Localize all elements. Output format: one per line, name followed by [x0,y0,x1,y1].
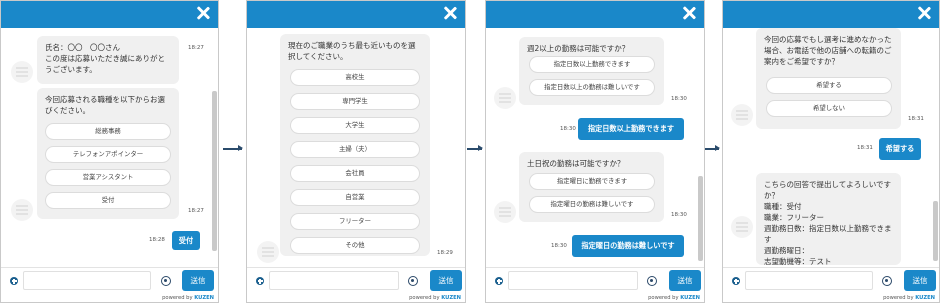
input-bar: 送信 [723,267,939,293]
bot-message-text: 土日祝の勤務は可能ですか？ [527,159,625,168]
option-button[interactable]: 受付 [45,192,171,209]
powered-by: powered by KUZEN [883,295,935,301]
option-button[interactable]: その他 [290,237,420,254]
chat-header [1,1,218,28]
bot-avatar [731,104,753,126]
message-time: 18:30 [671,96,687,102]
option-button[interactable]: 指定日数以上の勤務は難しいです [529,79,655,96]
powered-by: powered by KUZEN [648,295,700,301]
close-icon[interactable] [915,4,933,22]
plus-icon[interactable] [10,277,18,285]
chat-panel-3: 週2以上の勤務は可能ですか？ 指定日数以上勤務できます 指定日数以上の勤務は難し… [485,0,705,303]
brand-logo: KUZEN [441,295,461,301]
bot-avatar [257,241,279,263]
powered-by: powered by KUZEN [162,295,214,301]
bot-message-text: 現在のご職業のうち最も近いものを選択してください。 [288,41,416,61]
option-button[interactable]: 会社員 [290,165,420,182]
message-input[interactable] [745,271,873,290]
close-icon[interactable] [441,4,459,22]
target-icon[interactable] [882,276,892,286]
bot-avatar [11,61,33,83]
option-button[interactable]: 指定曜日の勤務は難しいです [529,196,655,213]
message-input[interactable] [269,271,399,290]
input-bar: 送信 [247,267,465,293]
chat-panel-1: 氏名：〇〇 〇〇さん この度は応募いただき誠にありがとうございます。 18:27… [0,0,219,303]
message-time: 18:29 [437,250,453,256]
chat-panel-2: 現在のご職業のうち最も近いものを選択してください。 高校生 専門学生 大学生 主… [246,0,466,303]
chat-panel-4: 今回の応募でもし選考に進めなかった場合、お電話で他の店舗への転籍のご案内をご希望… [722,0,940,303]
option-button[interactable]: 指定曜日に勤務できます [529,173,655,190]
brand-logo: KUZEN [680,295,700,301]
close-icon[interactable] [680,4,698,22]
message-time: 18:31 [857,145,873,151]
option-button[interactable]: テレフォンアポインター [45,146,171,163]
powered-by-text: powered by [883,295,914,301]
send-button[interactable]: 送信 [904,270,936,291]
user-reply: 指定曜日の勤務は難しいです [572,235,684,257]
message-time: 18:30 [671,212,687,218]
bot-message-text: 週2以上の勤務は可能ですか？ [527,44,630,53]
message-time: 18:30 [551,243,567,249]
send-button[interactable]: 送信 [430,270,462,291]
powered-by-text: powered by [409,295,440,301]
message-input[interactable] [508,271,638,290]
bot-avatar [494,201,516,223]
message-time: 18:31 [908,116,924,122]
plus-icon[interactable] [732,277,740,285]
send-button[interactable]: 送信 [182,270,214,291]
bot-message: 氏名：〇〇 〇〇さん この度は応募いただき誠にありがとうございます。 [37,36,179,84]
chat-header [486,1,704,28]
powered-by-text: powered by [162,295,193,301]
option-button[interactable]: 指定日数以上勤務できます [529,56,655,73]
plus-icon[interactable] [256,277,264,285]
arrow-right-icon [467,145,483,151]
message-input[interactable] [23,271,151,290]
bot-message-text: 今回応募される職種を以下からお選びください。 [45,95,165,115]
input-bar: 送信 [486,267,704,293]
scrollbar[interactable] [212,91,217,251]
bot-message-text: こちらの回答で提出してよろしいですか？ 職種：受付 職業：フリーター 週勤務日数… [764,180,892,266]
option-button[interactable]: 希望する [766,77,892,94]
option-button[interactable]: 営業アシスタント [45,169,171,186]
option-button[interactable]: 主婦（夫） [290,141,420,158]
brand-logo: KUZEN [194,295,214,301]
target-icon[interactable] [647,276,657,286]
bot-message-text: 今回の応募でもし選考に進めなかった場合、お電話で他の店舗への転籍のご案内をご希望… [764,35,892,66]
bot-message: こちらの回答で提出してよろしいですか？ 職種：受付 職業：フリーター 週勤務日数… [756,173,901,266]
message-time: 18:28 [149,237,165,243]
scrollbar[interactable] [698,176,703,261]
plus-icon[interactable] [495,277,503,285]
option-button[interactable]: 自営業 [290,189,420,206]
user-reply: 指定日数以上勤務できます [578,118,684,140]
bot-avatar [11,199,33,221]
bot-avatar [494,87,516,109]
message-time: 18:27 [188,208,204,214]
target-icon[interactable] [161,276,171,286]
option-button[interactable]: 希望しない [766,100,892,117]
option-button[interactable]: 総務事務 [45,123,171,140]
brand-logo: KUZEN [915,295,935,301]
option-button[interactable]: 大学生 [290,117,420,134]
arrow-right-icon [705,145,720,151]
powered-by: powered by KUZEN [409,295,461,301]
bot-avatar [731,216,753,238]
bot-message-text: 氏名：〇〇 〇〇さん この度は応募いただき誠にありがとうございます。 [45,43,165,74]
user-reply: 受付 [172,231,200,250]
message-time: 18:27 [188,45,204,51]
close-icon[interactable] [194,4,212,22]
message-time: 18:30 [560,126,576,132]
option-button[interactable]: 専門学生 [290,93,420,110]
chat-header [723,1,939,28]
option-button[interactable]: フリーター [290,213,420,230]
input-bar: 送信 [1,267,218,293]
target-icon[interactable] [408,276,418,286]
arrow-right-icon [223,145,243,151]
send-button[interactable]: 送信 [669,270,701,291]
option-button[interactable]: 高校生 [290,69,420,86]
user-reply: 希望する [879,138,921,160]
powered-by-text: powered by [648,295,679,301]
chat-header [247,1,465,28]
scrollbar[interactable] [933,201,938,261]
